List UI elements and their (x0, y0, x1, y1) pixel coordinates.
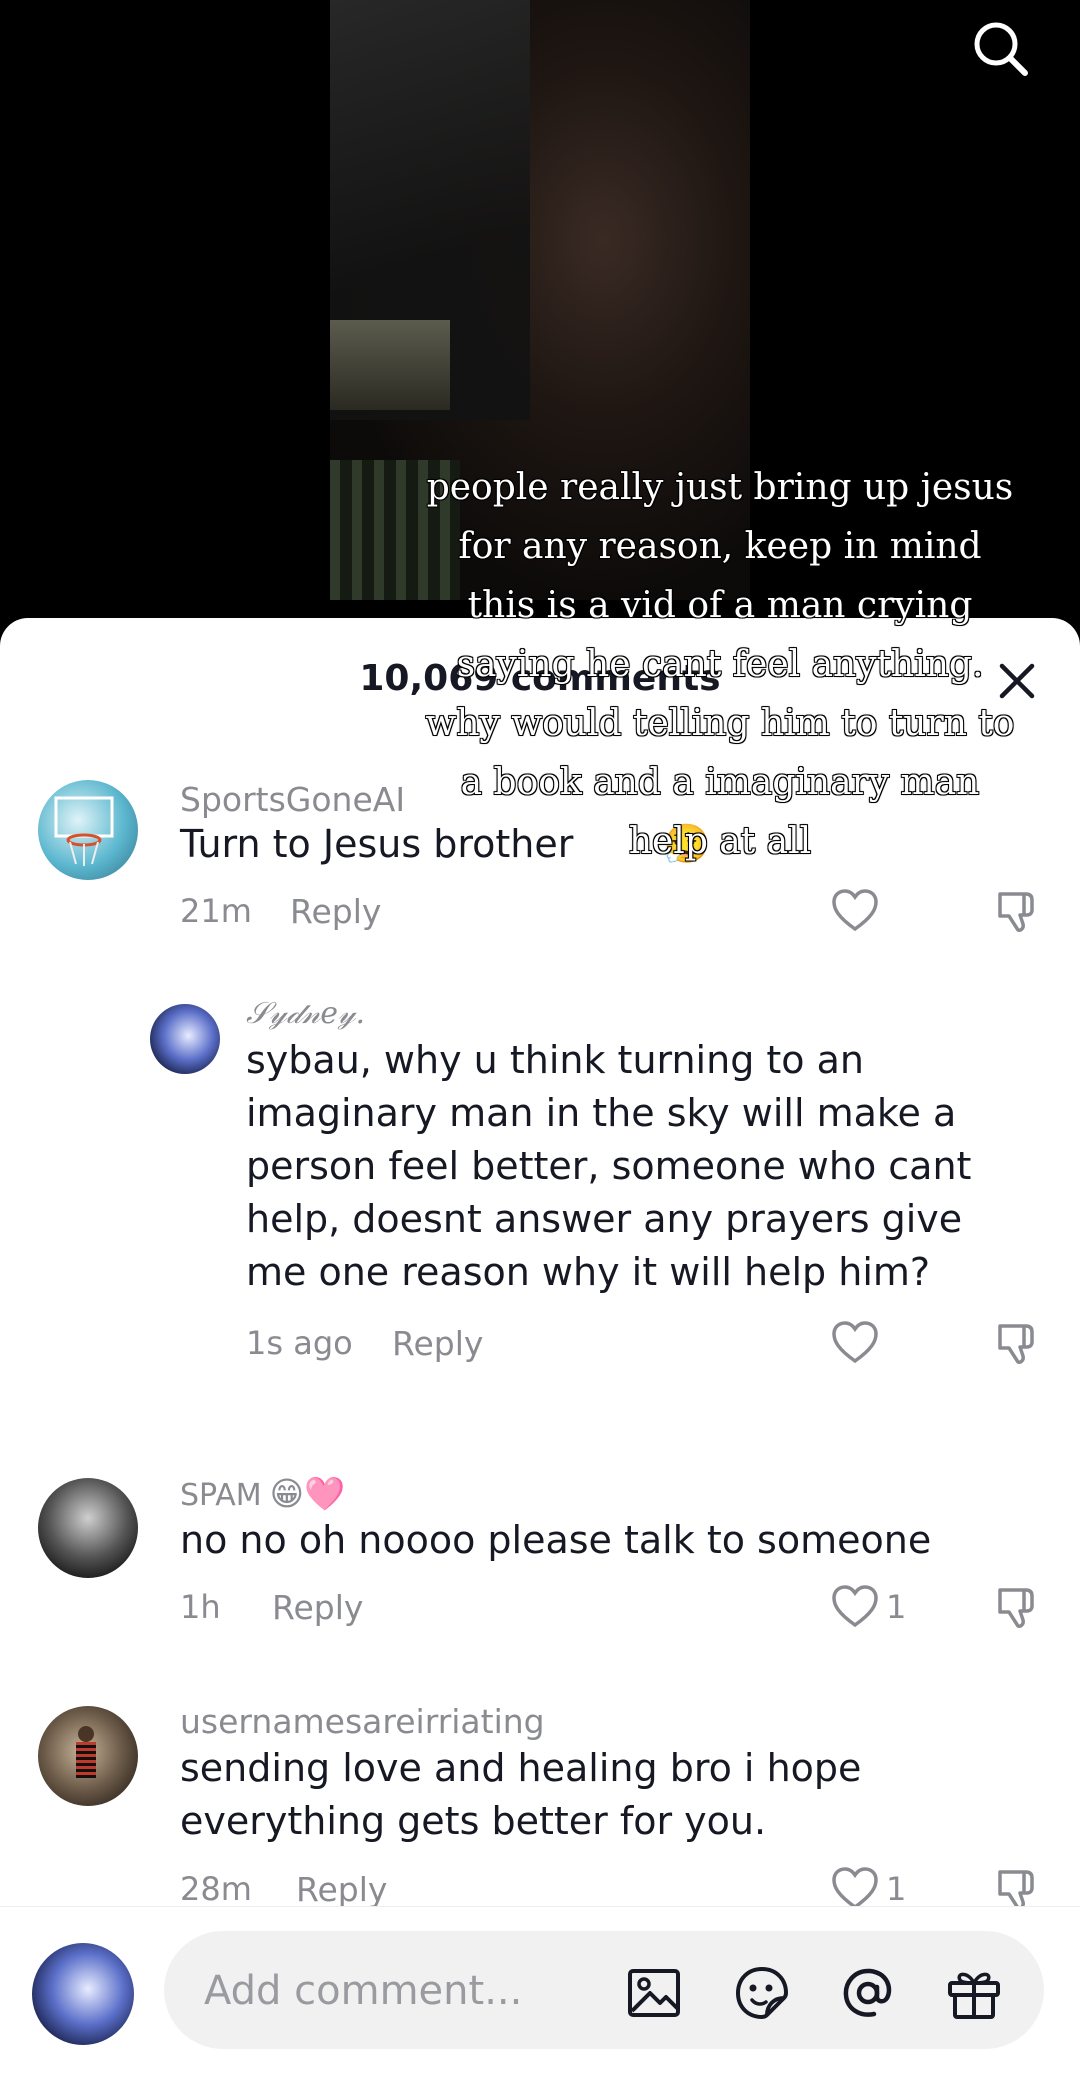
my-avatar[interactable] (32, 1943, 134, 2045)
mention-icon[interactable] (840, 1965, 896, 2021)
search-icon[interactable] (970, 18, 1030, 78)
avatar[interactable] (38, 1706, 138, 1806)
dislike-icon[interactable] (992, 1318, 1042, 1368)
gift-icon[interactable] (946, 1965, 1002, 2021)
reply-button[interactable]: Reply (290, 892, 381, 931)
reply-item: 𝒮𝓎𝒹𝓃𝑒𝓎. sybau, why u think turning to an… (0, 988, 1080, 1364)
comment-item: SPAM 😁🩷 no no oh noooo please talk to som… (0, 1438, 1080, 1638)
comment-text: no no oh noooo please talk to someone (180, 1518, 932, 1562)
avatar[interactable] (38, 1478, 138, 1578)
comment-time: 1h (180, 1588, 221, 1626)
comment-username[interactable]: usernamesareirriating (180, 1702, 545, 1741)
comment-input-bar (0, 1906, 1080, 2081)
username-emoji: 😁🩷 (269, 1474, 346, 1513)
comment-username-text: SPAM (180, 1478, 262, 1513)
reply-button[interactable]: Reply (392, 1324, 483, 1363)
like-count: 1 (886, 1870, 907, 1908)
comment-username[interactable]: 𝒮𝓎𝒹𝓃𝑒𝓎. (246, 996, 365, 1031)
dislike-icon[interactable] (992, 886, 1042, 936)
heart-icon[interactable] (830, 1582, 880, 1632)
heart-icon[interactable] (830, 886, 880, 936)
comment-time: 1s ago (246, 1324, 353, 1362)
reply-button[interactable]: Reply (296, 1870, 387, 1909)
image-icon[interactable] (626, 1965, 682, 2021)
like-count: 1 (886, 1588, 907, 1626)
dislike-icon[interactable] (992, 1582, 1042, 1632)
heart-icon[interactable] (830, 1318, 880, 1368)
comment-item: usernamesareirriating sending love and h… (0, 1664, 1080, 1914)
video-caption-overlay: people really just bring up jesus for an… (425, 467, 1015, 862)
reply-button[interactable]: Reply (272, 1588, 363, 1627)
person-icon (76, 1726, 96, 1778)
comment-text: sybau, why u think turning to an imagina… (246, 1038, 972, 1294)
avatar[interactable] (150, 1004, 220, 1074)
comment-username[interactable]: SportsGoneAI (180, 780, 405, 819)
comment-text: sending love and healing bro i hope ever… (180, 1746, 862, 1843)
avatar[interactable] (38, 780, 138, 880)
comment-input-pill (164, 1931, 1044, 2051)
comment-time: 28m (180, 1870, 252, 1908)
comment-username[interactable]: SPAM 😁🩷 (180, 1474, 345, 1514)
sticker-icon[interactable] (734, 1965, 790, 2021)
basketball-hoop-icon (54, 796, 114, 866)
comment-time: 21m (180, 892, 252, 930)
video-background-lights (330, 320, 450, 410)
